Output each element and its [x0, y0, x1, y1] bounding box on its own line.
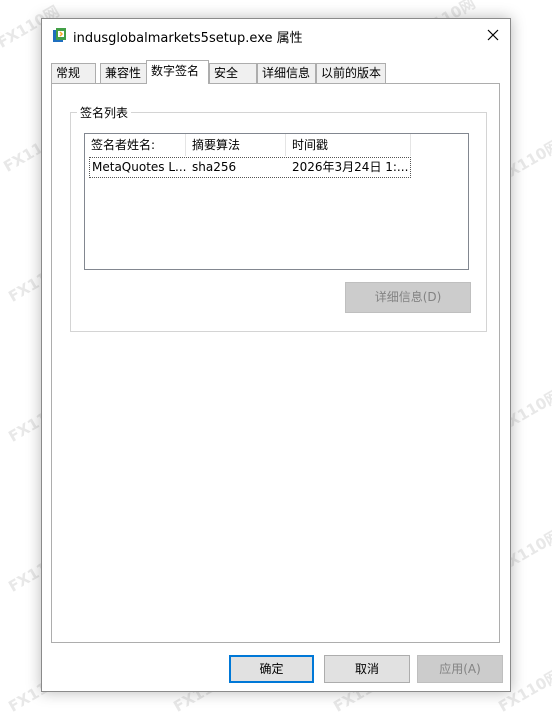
signature-list[interactable]: 签名者姓名: 摘要算法 时间戳 MetaQuotes L... sha256 2…	[84, 133, 469, 270]
tab-compatibility[interactable]: 兼容性	[100, 63, 147, 83]
title-bar[interactable]: indusglobalmarkets5setup.exe 属性	[42, 19, 510, 51]
tab-previous-versions[interactable]: 以前的版本	[316, 63, 386, 83]
column-header-timestamp[interactable]: 时间戳	[286, 134, 411, 156]
tab-digital-signatures[interactable]: 数字签名	[146, 60, 209, 84]
digest-cell: sha256	[192, 160, 237, 174]
table-row[interactable]: MetaQuotes L... sha256 2026年3月24日 1:...	[89, 157, 411, 178]
column-header-digest[interactable]: 摘要算法	[186, 134, 286, 156]
window-title: indusglobalmarkets5setup.exe 属性	[73, 31, 303, 46]
details-button[interactable]: 详细信息(D)	[345, 282, 471, 313]
close-button[interactable]	[476, 19, 510, 51]
column-header-signer[interactable]: 签名者姓名:	[85, 134, 186, 156]
cancel-button[interactable]: 取消	[324, 655, 410, 683]
signer-cell: MetaQuotes L...	[92, 160, 186, 174]
tab-details[interactable]: 详细信息	[257, 63, 316, 83]
tab-content-panel: 签名列表 签名者姓名: 摘要算法 时间戳 MetaQuotes L... sha…	[51, 83, 500, 643]
apply-button[interactable]: 应用(A)	[417, 655, 503, 683]
tab-security[interactable]: 安全	[209, 63, 257, 83]
close-icon	[487, 29, 499, 41]
signature-list-group: 签名列表 签名者姓名: 摘要算法 时间戳 MetaQuotes L... sha…	[70, 104, 487, 332]
group-label: 签名列表	[77, 104, 132, 121]
tab-general[interactable]: 常规	[51, 63, 96, 83]
properties-dialog: indusglobalmarkets5setup.exe 属性 常规 兼容性 数…	[41, 18, 511, 692]
ok-button[interactable]: 确定	[229, 655, 314, 683]
timestamp-cell: 2026年3月24日 1:...	[292, 160, 409, 174]
installer-icon	[52, 27, 68, 43]
